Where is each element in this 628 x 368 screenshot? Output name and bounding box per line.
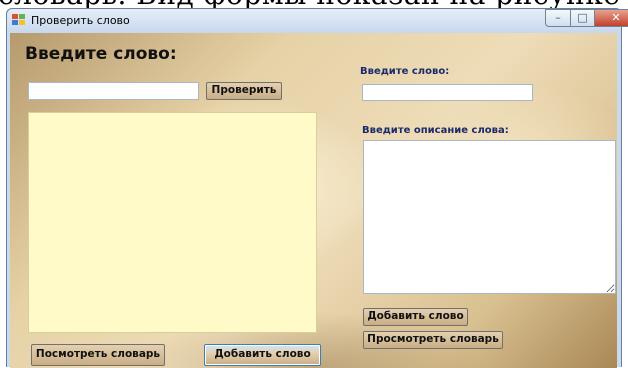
title-bar[interactable]: Проверить слово – □ ✕ bbox=[7, 9, 628, 33]
maximize-button[interactable]: □ bbox=[570, 9, 595, 27]
view-dictionary-button[interactable]: Посмотреть словарь bbox=[31, 344, 165, 366]
check-word-input[interactable] bbox=[28, 82, 199, 100]
minimize-icon: – bbox=[555, 11, 561, 24]
add-word-button-left[interactable]: Добавить слово bbox=[204, 344, 321, 366]
form-client-area: Введите слово: Проверить Посмотреть слов… bbox=[10, 33, 617, 368]
window-title: Проверить слово bbox=[31, 14, 130, 27]
close-icon: ✕ bbox=[611, 11, 621, 24]
new-word-input[interactable] bbox=[362, 84, 533, 101]
browse-dictionary-button[interactable]: Просмотреть словарь bbox=[363, 331, 503, 349]
new-word-label: Введите слово: bbox=[360, 66, 450, 77]
app-icon bbox=[12, 14, 26, 26]
description-textarea[interactable] bbox=[363, 140, 616, 294]
description-label: Введите описание слова: bbox=[362, 125, 509, 136]
check-word-heading: Введите слово: bbox=[25, 44, 177, 64]
minimize-button[interactable]: – bbox=[545, 9, 571, 27]
app-window: Проверить слово – □ ✕ Введите слово: Про… bbox=[6, 8, 628, 368]
add-word-button-right[interactable]: Добавить слово bbox=[363, 308, 468, 326]
check-button[interactable]: Проверить bbox=[206, 82, 282, 100]
maximize-icon: □ bbox=[577, 11, 588, 24]
dictionary-listbox[interactable] bbox=[28, 112, 317, 333]
close-button[interactable]: ✕ bbox=[594, 9, 628, 27]
